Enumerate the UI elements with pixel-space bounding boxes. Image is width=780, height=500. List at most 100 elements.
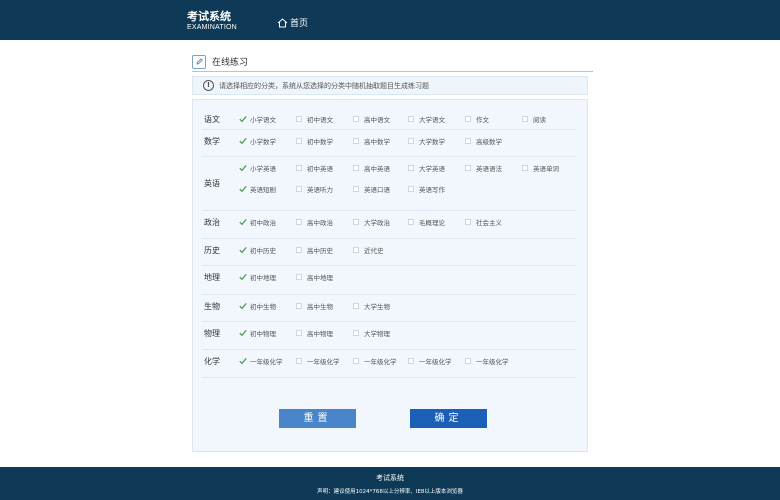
- category-option[interactable]: 高中生物: [296, 301, 333, 311]
- category-option[interactable]: 小学英语: [239, 163, 276, 173]
- option-label: 初中数学: [307, 138, 333, 146]
- category-option[interactable]: 高中物理: [296, 328, 333, 338]
- option-label: 英语单词: [533, 165, 559, 173]
- checkbox[interactable]: [408, 116, 414, 122]
- category-option[interactable]: 高中地理: [296, 272, 333, 282]
- checkmark-icon[interactable]: [239, 246, 247, 254]
- checkbox[interactable]: [296, 330, 302, 336]
- category-option[interactable]: 大学物理: [353, 328, 390, 338]
- checkbox[interactable]: [353, 303, 359, 309]
- checkmark-icon[interactable]: [239, 137, 247, 145]
- category-option[interactable]: 大学生物: [353, 301, 390, 311]
- checkbox[interactable]: [296, 186, 302, 192]
- category-option[interactable]: 大学语文: [408, 114, 445, 124]
- checkbox[interactable]: [353, 116, 359, 122]
- category-option[interactable]: 初中数学: [296, 136, 333, 146]
- category-option[interactable]: 初中政治: [239, 217, 276, 227]
- checkbox[interactable]: [465, 219, 471, 225]
- category-option[interactable]: 高中英语: [353, 163, 390, 173]
- category-option[interactable]: 一年级化学: [296, 356, 340, 366]
- option-label: 初中语文: [307, 116, 333, 124]
- checkbox[interactable]: [408, 186, 414, 192]
- category-option[interactable]: 阅读: [522, 114, 546, 124]
- confirm-button[interactable]: 确定: [410, 409, 487, 428]
- category-option[interactable]: 初中英语: [296, 163, 333, 173]
- checkmark-icon[interactable]: [239, 302, 247, 310]
- category-option[interactable]: 英语口语: [353, 184, 390, 194]
- checkbox[interactable]: [296, 303, 302, 309]
- checkmark-icon[interactable]: [239, 164, 247, 172]
- checkbox[interactable]: [353, 219, 359, 225]
- category-option[interactable]: 高中语文: [353, 114, 390, 124]
- category-option[interactable]: 英语语法: [465, 163, 502, 173]
- checkbox[interactable]: [353, 330, 359, 336]
- category-option[interactable]: 近代史: [353, 245, 384, 255]
- checkbox[interactable]: [465, 116, 471, 122]
- category-option[interactable]: 一年级化学: [465, 356, 509, 366]
- category-option[interactable]: 英语听力: [296, 184, 333, 194]
- checkbox[interactable]: [353, 165, 359, 171]
- category-option[interactable]: 小学语文: [239, 114, 276, 124]
- checkbox[interactable]: [296, 358, 302, 364]
- notice-text: 请选择相应的分类，系统从您选择的分类中随机抽取题目生成练习题: [219, 81, 429, 90]
- option-label: 初中生物: [250, 303, 276, 311]
- option-label: 大学英语: [419, 165, 445, 173]
- checkmark-icon[interactable]: [239, 273, 247, 281]
- checkbox[interactable]: [465, 358, 471, 364]
- category-option[interactable]: 一年级化学: [239, 356, 283, 366]
- checkbox[interactable]: [465, 138, 471, 144]
- category-option[interactable]: 高中数学: [353, 136, 390, 146]
- category-option[interactable]: 初中生物: [239, 301, 276, 311]
- checkbox[interactable]: [296, 165, 302, 171]
- checkmark-icon[interactable]: [239, 357, 247, 365]
- category-option[interactable]: 一年级化学: [353, 356, 397, 366]
- category-option[interactable]: 小学数学: [239, 136, 276, 146]
- category-option[interactable]: 一年级化学: [408, 356, 452, 366]
- checkbox[interactable]: [353, 247, 359, 253]
- checkbox[interactable]: [408, 219, 414, 225]
- category-option[interactable]: 社会主义: [465, 217, 502, 227]
- checkmark-icon[interactable]: [239, 185, 247, 193]
- checkbox[interactable]: [408, 138, 414, 144]
- category-option[interactable]: 英语短剧: [239, 184, 276, 194]
- nav-home-link[interactable]: 首页: [277, 16, 308, 29]
- category-option[interactable]: 英语写作: [408, 184, 445, 194]
- checkbox[interactable]: [353, 358, 359, 364]
- category-option[interactable]: 英语单词: [522, 163, 559, 173]
- checkmark-icon[interactable]: [239, 218, 247, 226]
- brand-subtitle: EXAMINATION: [187, 24, 237, 31]
- checkbox[interactable]: [296, 116, 302, 122]
- checkbox[interactable]: [408, 165, 414, 171]
- checkbox[interactable]: [522, 116, 528, 122]
- checkmark-icon[interactable]: [239, 115, 247, 123]
- option-label: 高中政治: [307, 219, 333, 227]
- category-option[interactable]: 大学数学: [408, 136, 445, 146]
- category-option[interactable]: 作文: [465, 114, 489, 124]
- category-option[interactable]: 初中物理: [239, 328, 276, 338]
- checkbox[interactable]: [465, 165, 471, 171]
- checkmark-icon[interactable]: [239, 329, 247, 337]
- category-option[interactable]: 初中语文: [296, 114, 333, 124]
- checkbox[interactable]: [296, 219, 302, 225]
- checkbox[interactable]: [522, 165, 528, 171]
- checkbox[interactable]: [353, 186, 359, 192]
- category-option[interactable]: 毛概理论: [408, 217, 445, 227]
- checkbox[interactable]: [353, 138, 359, 144]
- category-row: 化学 一年级化学 一年级化学 一年级化学 一年级化学 一年级化学: [202, 350, 576, 378]
- checkbox[interactable]: [296, 138, 302, 144]
- category-option[interactable]: 初中历史: [239, 245, 276, 255]
- category-option[interactable]: 高级数学: [465, 136, 502, 146]
- option-label: 大学数学: [419, 138, 445, 146]
- checkbox[interactable]: [408, 358, 414, 364]
- reset-button[interactable]: 重置: [279, 409, 356, 428]
- category-option[interactable]: 大学英语: [408, 163, 445, 173]
- checkbox[interactable]: [296, 247, 302, 253]
- category-option[interactable]: 高中政治: [296, 217, 333, 227]
- category-option[interactable]: 初中地理: [239, 272, 276, 282]
- category-option[interactable]: 高中历史: [296, 245, 333, 255]
- checkbox[interactable]: [296, 274, 302, 280]
- option-label: 高中地理: [307, 274, 333, 282]
- category-option[interactable]: 大学政治: [353, 217, 390, 227]
- pencil-icon: [192, 54, 206, 69]
- option-label: 阅读: [533, 116, 546, 124]
